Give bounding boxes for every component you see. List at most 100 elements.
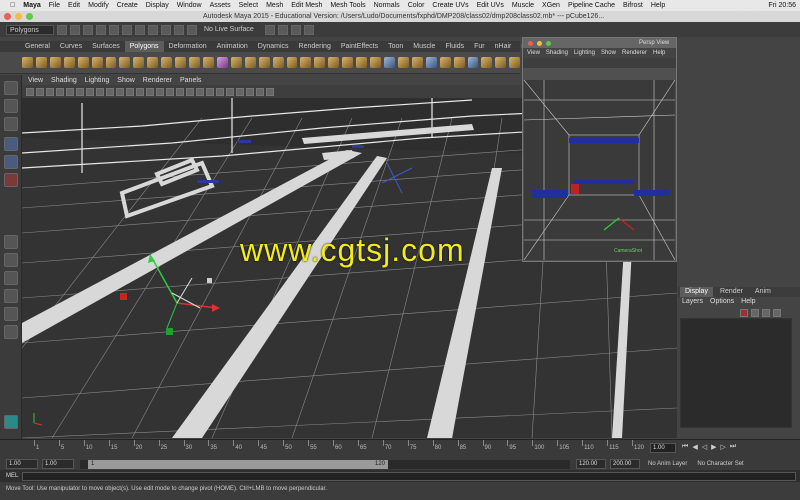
- layer-menu-help[interactable]: Help: [741, 297, 755, 307]
- persp-close-button[interactable]: [528, 40, 533, 46]
- booleans-icon[interactable]: [244, 57, 256, 68]
- current-frame-field[interactable]: 1.00: [650, 443, 676, 453]
- poly-soccer-icon[interactable]: [161, 57, 173, 68]
- smooth-shade-icon[interactable]: [146, 87, 154, 96]
- zoom-window-button[interactable]: [26, 13, 33, 20]
- menu-edit[interactable]: Edit: [64, 2, 84, 9]
- persp-outliner-layout-icon[interactable]: [4, 271, 18, 285]
- snap-curve-icon[interactable]: [148, 24, 158, 35]
- playback-end-field[interactable]: 120.00: [576, 459, 606, 469]
- save-scene-icon[interactable]: [83, 24, 93, 35]
- step-back-key-icon[interactable]: ◀: [692, 443, 697, 453]
- menu-mesh-tools[interactable]: Mesh Tools: [326, 2, 369, 9]
- poly-pipe-icon[interactable]: [133, 57, 145, 68]
- new-layer-selected-icon[interactable]: [751, 309, 759, 317]
- quad-draw-icon[interactable]: [509, 57, 521, 68]
- anim-layer-dropdown[interactable]: No Anim Layer: [648, 461, 687, 467]
- layer-tab-display[interactable]: Display: [680, 287, 713, 297]
- xray-icon[interactable]: [246, 87, 254, 96]
- collapse-icon[interactable]: [356, 57, 368, 68]
- four-view-layout-icon[interactable]: [4, 253, 18, 267]
- menu-help[interactable]: Help: [647, 2, 669, 9]
- wireframe-on-shaded-icon[interactable]: [156, 87, 164, 96]
- menu-normals[interactable]: Normals: [370, 2, 404, 9]
- persp-minimize-button[interactable]: [537, 40, 542, 46]
- shelf-tab-general[interactable]: General: [20, 41, 55, 52]
- menu-bifrost[interactable]: Bifrost: [619, 2, 647, 9]
- persp-menu-lighting[interactable]: Lighting: [574, 50, 595, 56]
- xray-components-icon[interactable]: [266, 87, 274, 96]
- safe-action-icon[interactable]: [116, 87, 124, 96]
- poly-helix-icon[interactable]: [147, 57, 159, 68]
- persp-uv-layout-icon[interactable]: [4, 325, 18, 339]
- poly-sphere-icon[interactable]: [22, 57, 33, 68]
- menu-window[interactable]: Window: [173, 2, 206, 9]
- menu-assets[interactable]: Assets: [206, 2, 235, 9]
- persp-viewport[interactable]: CameraShot: [524, 80, 675, 260]
- playback-start-field[interactable]: 1.00: [42, 459, 74, 469]
- snap-point-icon[interactable]: [161, 24, 171, 35]
- viewport-menu-panels[interactable]: Panels: [180, 77, 201, 84]
- single-perspective-layout-icon[interactable]: [4, 235, 18, 249]
- shelf-tab-toon[interactable]: Toon: [383, 41, 408, 52]
- viewport-menu-lighting[interactable]: Lighting: [85, 77, 110, 84]
- shelf-tab-surfaces[interactable]: Surfaces: [87, 41, 125, 52]
- append-polygon-icon[interactable]: [286, 57, 298, 68]
- multisample-aa-icon[interactable]: [216, 87, 224, 96]
- extrude-icon[interactable]: [314, 57, 326, 68]
- wedge-icon[interactable]: [370, 57, 381, 68]
- poly-torus-icon[interactable]: [91, 57, 103, 68]
- snap-grid-icon[interactable]: [135, 24, 145, 35]
- xray-joints-icon[interactable]: [256, 87, 264, 96]
- snap-surface-icon[interactable]: [174, 24, 184, 35]
- planar-mapping-icon[interactable]: [425, 57, 437, 68]
- grid-toggle-icon[interactable]: [66, 87, 74, 96]
- mudbox-icon[interactable]: [4, 415, 18, 429]
- menu-edit-mesh[interactable]: Edit Mesh: [287, 2, 326, 9]
- textured-icon[interactable]: [166, 87, 174, 96]
- bookmarks-icon[interactable]: [46, 87, 54, 96]
- poly-pyramid-icon[interactable]: [119, 57, 131, 68]
- mirror-geometry-icon[interactable]: [258, 57, 270, 68]
- resolution-gate-icon[interactable]: [86, 87, 94, 96]
- smooth-icon[interactable]: [216, 57, 228, 68]
- hypershade-layout-icon[interactable]: [4, 307, 18, 321]
- shelf-tab-rendering[interactable]: Rendering: [294, 41, 336, 52]
- apple-icon[interactable]: : [6, 2, 19, 9]
- film-gate-icon[interactable]: [76, 87, 84, 96]
- start-time-field[interactable]: 1.00: [6, 459, 38, 469]
- menu-mesh[interactable]: Mesh: [262, 2, 287, 9]
- range-slider-handle[interactable]: 1 120: [88, 459, 388, 469]
- select-component-icon[interactable]: [122, 24, 132, 35]
- render-settings-icon[interactable]: [303, 24, 314, 35]
- command-language-label[interactable]: MEL: [6, 473, 18, 479]
- menu-maya[interactable]: Maya: [19, 2, 45, 9]
- persp-menu-shading[interactable]: Shading: [546, 50, 568, 56]
- shelf-tab-muscle[interactable]: Muscle: [408, 41, 440, 52]
- end-time-field[interactable]: 200.00: [610, 459, 640, 469]
- shadows-icon[interactable]: [186, 87, 194, 96]
- merge-icon[interactable]: [342, 57, 354, 68]
- play-forward-icon[interactable]: ▶: [711, 443, 716, 453]
- menu-display[interactable]: Display: [142, 2, 173, 9]
- step-forward-key-icon[interactable]: ▷: [720, 443, 725, 453]
- gate-mask-icon[interactable]: [96, 87, 104, 96]
- spherical-mapping-icon[interactable]: [453, 57, 465, 68]
- bridge-icon[interactable]: [272, 57, 284, 68]
- go-to-start-icon[interactable]: ⏮: [682, 443, 688, 453]
- isolate-select-icon[interactable]: [236, 87, 244, 96]
- poly-cube-icon[interactable]: [35, 57, 47, 68]
- viewport-menu-view[interactable]: View: [28, 77, 43, 84]
- menu-pipeline-cache[interactable]: Pipeline Cache: [564, 2, 619, 9]
- wireframe-icon[interactable]: [136, 87, 144, 96]
- move-up-layer-icon[interactable]: [762, 309, 770, 317]
- menu-color[interactable]: Color: [404, 2, 429, 9]
- depth-of-field-icon[interactable]: [226, 87, 234, 96]
- poly-cylinder-icon[interactable]: [49, 57, 61, 68]
- use-all-lights-icon[interactable]: [176, 87, 184, 96]
- viewport-menu-renderer[interactable]: Renderer: [143, 77, 172, 84]
- layer-tab-anim[interactable]: Anim: [750, 287, 776, 297]
- lasso-tool-icon[interactable]: [4, 99, 18, 113]
- menu-file[interactable]: File: [45, 2, 64, 9]
- separate-icon[interactable]: [202, 57, 214, 68]
